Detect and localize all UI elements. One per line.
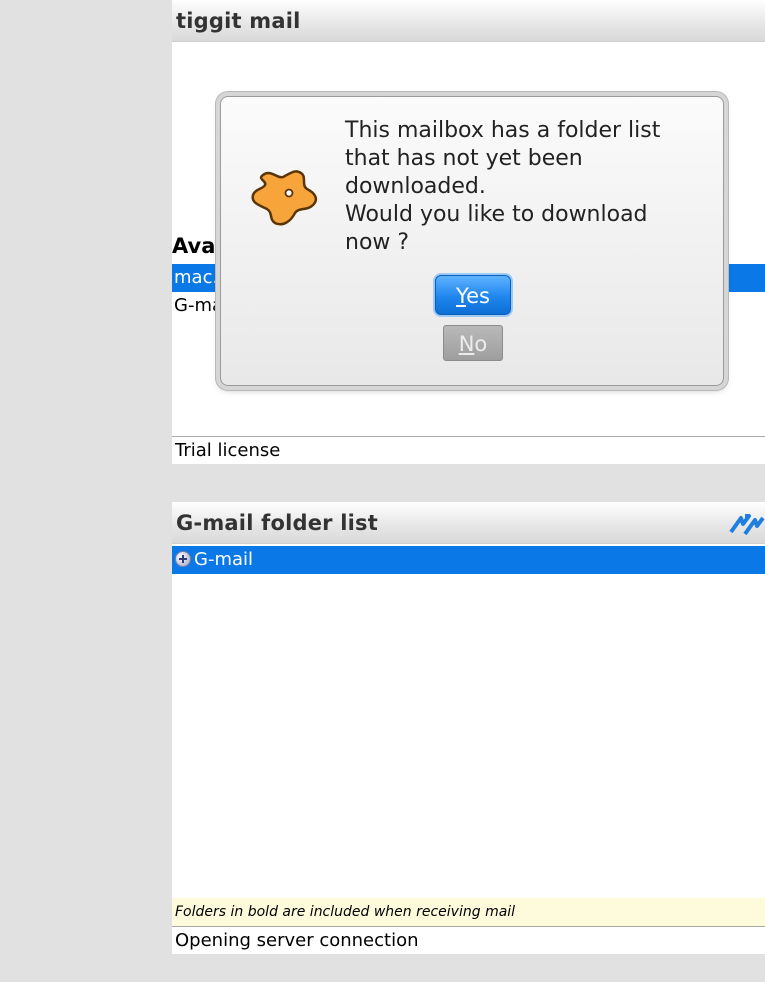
refresh-arrows-icon[interactable] [727, 512, 765, 536]
dialog-message-line: Would you like to download [345, 202, 648, 227]
yes-button[interactable]: Yes [435, 275, 511, 315]
accounts-heading: Avai [172, 234, 223, 258]
device-screen: tiggit mail Avai mac. G-ma Trial license… [172, 0, 765, 982]
folder-list-title-bar: G-mail folder list [172, 502, 765, 544]
orange-splat-icon [251, 170, 318, 226]
dialog-message: This mailbox has a folder list that has … [345, 117, 715, 257]
license-status: Trial license [175, 440, 281, 461]
license-status-bar: Trial license [172, 436, 765, 464]
folder-list-panel: G-mail [172, 544, 765, 900]
folder-label: G-mail [194, 549, 254, 570]
account-label: G-ma [174, 295, 224, 316]
expand-icon[interactable] [175, 550, 191, 567]
yes-accelerator: Y [456, 284, 467, 308]
hint-text: Folders in bold are included when receiv… [175, 904, 516, 920]
download-folder-list-dialog: This mailbox has a folder list that has … [220, 96, 724, 386]
connection-status-bar: Opening server connection [172, 926, 765, 954]
dialog-message-line: now ? [345, 230, 410, 255]
folder-list-title: G-mail folder list [176, 511, 378, 535]
dialog-message-line: that has not yet been [345, 146, 583, 171]
yes-label-rest: es [466, 284, 490, 308]
app-title: tiggit mail [176, 9, 301, 33]
no-button[interactable]: No [443, 325, 503, 361]
no-accelerator: N [458, 332, 475, 356]
folder-row-gmail[interactable]: G-mail [172, 546, 765, 574]
app-title-bar: tiggit mail [172, 0, 765, 42]
bold-folders-hint: Folders in bold are included when receiv… [172, 898, 765, 926]
dialog-message-line: This mailbox has a folder list [345, 118, 661, 143]
connection-status: Opening server connection [175, 930, 419, 951]
account-label: mac. [174, 267, 219, 288]
no-label-rest: o [474, 332, 488, 356]
dialog-message-line: downloaded. [345, 174, 486, 199]
